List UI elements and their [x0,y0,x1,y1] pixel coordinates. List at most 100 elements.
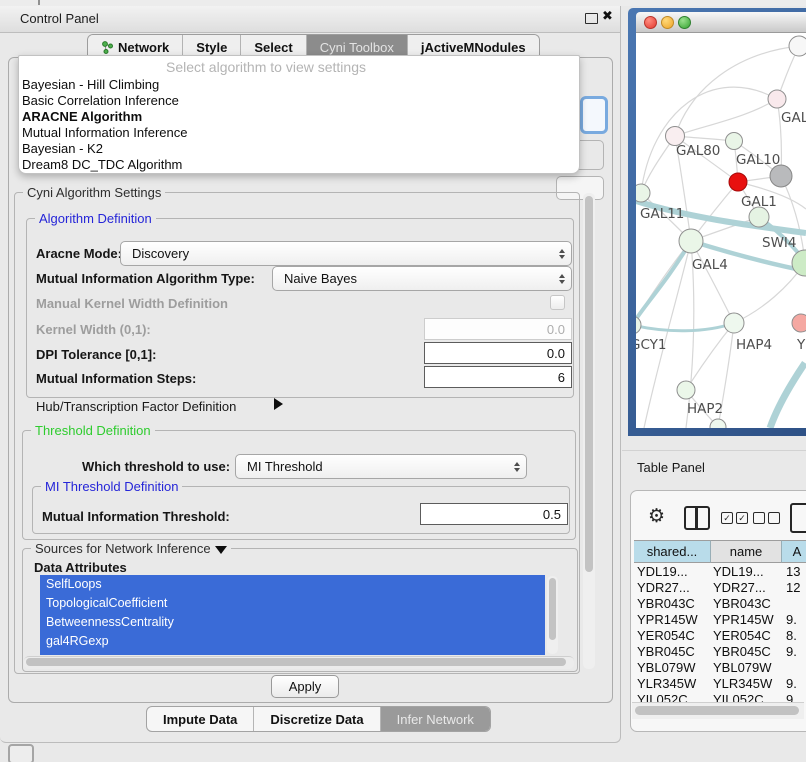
node[interactable] [726,133,743,150]
close-icon[interactable]: ✖ [602,8,613,24]
mi-type-label: Mutual Information Algorithm Type: [36,271,255,286]
node[interactable] [724,313,744,333]
list-item[interactable]: BetweennessCentrality [40,613,545,632]
screen: Control Panel ✖ Network Style Select Cyn… [0,0,806,762]
gear-icon[interactable]: ⚙ [648,507,665,527]
menu-item-bayesian-k2[interactable]: Bayesian - K2 [22,141,572,157]
node[interactable] [792,314,806,332]
table-cell[interactable]: YBL079W [713,660,779,676]
unchecked-columns-icon[interactable] [753,512,780,524]
table-cell[interactable]: 9. [786,676,806,692]
mi-type-combobox[interactable]: Naive Bayes [272,266,572,291]
unchecked-box-icon [753,512,765,524]
table-hscrollbar-thumb[interactable] [635,706,799,715]
float-panel-icon[interactable] [585,13,598,24]
tab-impute-data[interactable]: Impute Data [147,707,254,731]
table-cell[interactable] [786,596,806,612]
split-columns-icon[interactable] [684,506,710,530]
menu-item-bayesian-hill-climbing[interactable]: Bayesian - Hill Climbing [22,77,572,93]
node-selected-red[interactable] [729,173,747,191]
checked-columns-icon[interactable]: ✓ ✓ [721,512,748,524]
network-canvas[interactable]: GAL GAL80 GAL10 GAL1 GAL11 SWI4 GAL4 GCY… [636,33,806,428]
combo-arrows-icon [508,455,526,478]
settings-scrollbar-thumb[interactable] [585,196,593,572]
table-panel-title: Table Panel [637,460,705,475]
unchecked-box-icon [768,512,780,524]
list-scrollbar-thumb[interactable] [549,578,556,640]
tab-select-label: Select [254,40,292,55]
table-cell[interactable]: YBR045C [713,644,779,660]
minimize-traffic-light[interactable] [661,16,674,29]
collapse-arrow-icon[interactable] [215,546,227,554]
node[interactable] [770,165,792,187]
list-item[interactable]: gal4RGexp [40,632,545,651]
table-cell[interactable]: YBR045C [637,644,709,660]
hidden-focused-combobox-fragment[interactable] [580,96,608,134]
combo-arrows-icon [553,267,571,290]
node[interactable] [768,90,786,108]
node[interactable] [679,229,703,253]
node-label: GCY1 [636,337,667,353]
which-threshold-label: Which threshold to use: [82,459,230,474]
which-threshold-combobox[interactable]: MI Threshold [235,454,527,479]
column-header-clipped[interactable]: A [782,540,806,563]
node[interactable] [636,316,641,334]
tab-discretize-data[interactable]: Discretize Data [254,707,380,731]
aracne-mode-label: Aracne Mode: [36,246,122,261]
table-cell[interactable]: YER054C [637,628,709,644]
manual-kernel-checkbox[interactable] [550,295,565,310]
zoom-traffic-light[interactable] [678,16,691,29]
table-cell[interactable]: YDR27... [713,580,779,596]
list-hscrollbar-thumb[interactable] [26,658,566,666]
tab-style-label: Style [196,40,227,55]
tab-discretize-data-label: Discretize Data [270,712,363,727]
checked-box-icon: ✓ [736,512,748,524]
node-label: HAP2 [687,401,723,417]
table-cell[interactable]: YPR145W [637,612,709,628]
node[interactable] [789,36,806,56]
manual-kernel-label: Manual Kernel Width Definition [36,296,228,311]
close-traffic-light[interactable] [644,16,657,29]
menu-item-mutual-information[interactable]: Mutual Information Inference [22,125,572,141]
node-label: GAL80 [676,143,720,159]
table-cell[interactable]: YER054C [713,628,779,644]
table-cell[interactable]: YBR043C [637,596,709,612]
table-cell[interactable]: 9. [786,644,806,660]
node[interactable] [749,207,769,227]
apply-button[interactable]: Apply [271,675,339,698]
column-header-shared-name[interactable]: shared... [634,540,711,563]
aracne-mode-combobox[interactable]: Discovery [120,241,572,266]
menu-item-basic-correlation[interactable]: Basic Correlation Inference [22,93,572,109]
menu-item-dream8[interactable]: Dream8 DC_TDC Algorithm [22,157,572,173]
table-cell[interactable]: YDL19... [713,564,779,580]
tab-infer-network[interactable]: Infer Network [381,707,490,731]
table-cell[interactable]: YLR345W [637,676,709,692]
table-cell[interactable]: YBL079W [637,660,709,676]
table-cell[interactable]: YBR043C [713,596,779,612]
mi-steps-field[interactable] [424,366,572,388]
mi-threshold-field[interactable] [420,503,568,525]
dpi-tolerance-field[interactable] [424,342,572,364]
table-cell[interactable] [786,660,806,676]
table-cell[interactable]: 9. [786,612,806,628]
column-header-name[interactable]: name [711,540,782,563]
node[interactable] [636,184,650,202]
menu-item-aracne[interactable]: ARACNE Algorithm [22,109,572,125]
node[interactable] [677,381,695,399]
network-graph: GAL GAL80 GAL10 GAL1 GAL11 SWI4 GAL4 GCY… [636,33,806,428]
list-item[interactable]: SelfLoops [40,575,545,594]
list-item[interactable]: TopologicalCoefficient [40,594,545,613]
dock-panel-button[interactable] [8,744,34,762]
node[interactable] [792,250,806,276]
expand-arrow-icon[interactable] [274,398,283,410]
table-cell[interactable]: YDL19... [637,564,709,580]
table-cell[interactable]: YPR145W [713,612,779,628]
table-cell[interactable]: 12 [786,580,806,596]
table-cell[interactable]: 8. [786,628,806,644]
table-cell[interactable]: 13 [786,564,806,580]
table-cell[interactable]: YLR345W [713,676,779,692]
kernel-width-field[interactable] [424,318,572,340]
table-cell[interactable]: YDR27... [637,580,709,596]
document-icon[interactable] [790,503,806,533]
sources-title: Sources for Network Inference [31,541,231,556]
